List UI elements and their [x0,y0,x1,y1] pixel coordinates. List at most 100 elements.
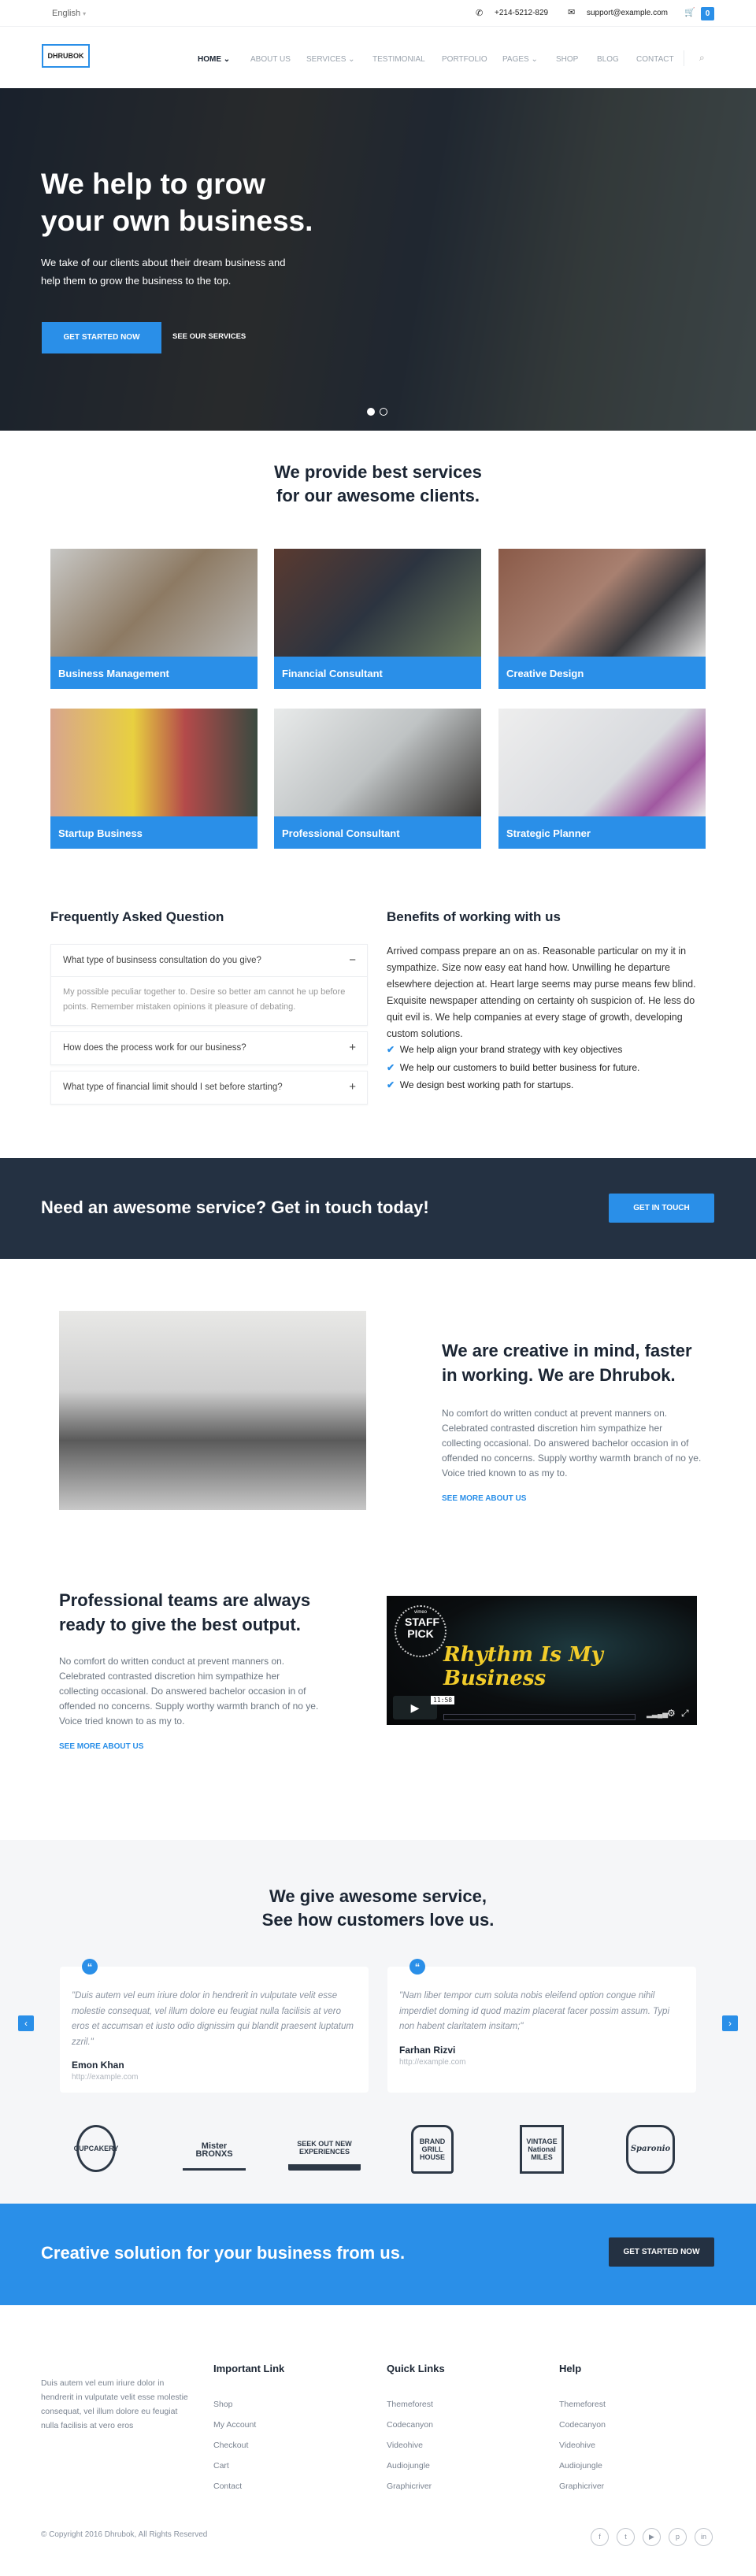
footer-link[interactable]: Videohive [559,2441,595,2450]
faq-question[interactable]: How does the process work for our busine… [51,1032,367,1064]
pinterest-icon[interactable]: p [669,2528,687,2546]
plus-icon[interactable]: + [349,1080,356,1094]
footer-link[interactable]: Audiojungle [559,2461,602,2471]
facebook-icon[interactable]: f [591,2528,609,2546]
cart-icon[interactable]: 🛒 [684,7,695,17]
benefits-list-item: ✔ We design best working path for startu… [387,1076,639,1094]
volume-icon[interactable]: ▂▃▄▅ [647,1710,668,1719]
language-selector[interactable]: English ▾ [52,9,86,18]
faq-item[interactable]: What type of financial limit should I se… [50,1071,368,1105]
plus-icon[interactable]: + [349,1041,356,1054]
nav-label: HOME [198,55,221,64]
teams-text: No comfort do written conduct at prevent… [59,1656,319,1727]
faq-item[interactable]: How does the process work for our busine… [50,1031,368,1065]
get-started-button[interactable]: GET STARTED NOW [609,2237,714,2267]
nav-item-blog[interactable]: BLOG [597,55,619,64]
badge-text: STAFF PICK [405,1616,440,1640]
testimonials-title: We give awesome service, See how custome… [0,1885,756,1932]
footer-link[interactable]: Codecanyon [559,2420,606,2430]
youtube-icon[interactable]: ▶ [643,2528,661,2546]
service-label: Startup Business [50,816,258,849]
chevron-down-icon: ▾ [83,10,87,17]
see-more-about-link[interactable]: SEE MORE ABOUT US [59,1742,143,1751]
teams-title: Professional teams are always ready to g… [59,1590,311,1634]
nav-item-services[interactable]: SERVICES ⌄ [306,55,355,64]
nav-item-shop[interactable]: SHOP [556,55,578,64]
footer-link[interactable]: Shop [213,2400,233,2409]
email-link[interactable]: support@example.com [587,9,668,17]
footer-link[interactable]: Themeforest [387,2400,433,2409]
footer-column-title: Help [559,2363,582,2374]
services-title-line: for our awesome clients. [276,486,480,505]
nav-item-home[interactable]: HOME ⌄ [198,55,230,64]
footer-column-title: Important Link [213,2363,285,2374]
service-card[interactable]: Financial Consultant [274,549,481,689]
slider-dot[interactable] [380,408,387,416]
service-card[interactable]: Business Management [50,549,258,689]
testimonial-quote: "Nam liber tempor cum soluta nobis eleif… [399,1991,670,2031]
faq-question[interactable]: What type of businsess consultation do y… [51,945,367,977]
nav-item-portfolio[interactable]: PORTFOLIO [442,55,487,64]
service-image [498,709,706,816]
see-more-about-link[interactable]: SEE MORE ABOUT US [442,1494,526,1503]
minus-icon[interactable]: − [349,953,356,967]
service-image [274,549,481,657]
footer-column-title: Quick Links [387,2363,445,2374]
service-card[interactable]: Startup Business [50,709,258,849]
footer-link[interactable]: Codecanyon [387,2420,433,2430]
search-icon[interactable]: ⌕ [699,52,705,64]
testimonials-section: We give awesome service, See how custome… [0,1840,756,2204]
testimonial-name: Farhan Rizvi [399,2044,456,2056]
hero-slider: We help to grow your own business. We ta… [0,88,756,431]
benefits-list-item: ✔ We help our customers to build better … [387,1059,639,1077]
client-logo: VINTAGE National MILES [520,2125,564,2174]
prev-arrow-button[interactable]: ‹ [18,2015,34,2031]
nav-item-about[interactable]: ABOUT US [250,55,291,64]
settings-icon[interactable]: ⚙ [667,1708,676,1719]
next-arrow-button[interactable]: › [722,2015,738,2031]
video-duration: 11:58 [431,1696,455,1704]
cart-count-badge[interactable]: 0 [701,7,714,20]
service-image [50,549,258,657]
slider-dot-active[interactable] [367,408,375,416]
service-card[interactable]: Strategic Planner [498,709,706,849]
testimonial-url[interactable]: http://example.com [72,2073,357,2082]
fullscreen-icon[interactable]: ⤢ [681,1708,689,1719]
footer-link[interactable]: Videohive [387,2441,423,2450]
faq-item-open[interactable]: What type of businsess consultation do y… [50,944,368,1026]
footer-link[interactable]: Graphicriver [387,2482,432,2491]
services-title-line: We provide best services [274,462,482,482]
nav-item-contact[interactable]: CONTACT [636,55,674,64]
footer-link[interactable]: My Account [213,2420,256,2430]
linkedin-icon[interactable]: in [695,2528,713,2546]
cta-dark-band: Need an awesome service? Get in touch to… [0,1158,756,1259]
get-in-touch-button[interactable]: GET IN TOUCH [609,1194,714,1223]
video-progress-bar[interactable] [443,1714,636,1720]
see-services-button[interactable]: SEE OUR SERVICES [172,332,246,341]
nav-item-pages[interactable]: PAGES ⌄ [502,55,538,64]
footer-link[interactable]: Checkout [213,2441,248,2450]
footer-link[interactable]: Cart [213,2461,229,2471]
service-image [50,709,258,816]
get-started-button[interactable]: GET STARTED NOW [42,322,161,353]
service-label: Professional Consultant [274,816,481,849]
footer-link[interactable]: Contact [213,2482,242,2491]
nav-item-testimonial[interactable]: TESTIMONIAL [372,55,425,64]
footer-link[interactable]: Themeforest [559,2400,606,2409]
video-player[interactable]: vimeo STAFF PICK Rhythm Is My Business ▶… [387,1596,697,1725]
nav-label: SERVICES [306,55,346,64]
hero-title: We help to grow your own business. [41,165,313,239]
logo[interactable]: DHRUBOK [42,44,90,68]
faq-question[interactable]: What type of financial limit should I se… [51,1071,367,1103]
service-card[interactable]: Creative Design [498,549,706,689]
footer-link[interactable]: Audiojungle [387,2461,430,2471]
mail-icon: ✉ [568,8,576,17]
staff-pick-badge: vimeo STAFF PICK [395,1605,447,1657]
testimonial-card: “ "Duis autem vel eum iriure dolor in he… [60,1959,369,2093]
main-nav: DHRUBOK HOME ⌄ ABOUT US SERVICES ⌄ TESTI… [0,27,756,88]
twitter-icon[interactable]: t [617,2528,635,2546]
service-label: Strategic Planner [498,816,706,849]
testimonial-url[interactable]: http://example.com [399,2058,684,2067]
service-card[interactable]: Professional Consultant [274,709,481,849]
footer-link[interactable]: Graphicriver [559,2482,604,2491]
